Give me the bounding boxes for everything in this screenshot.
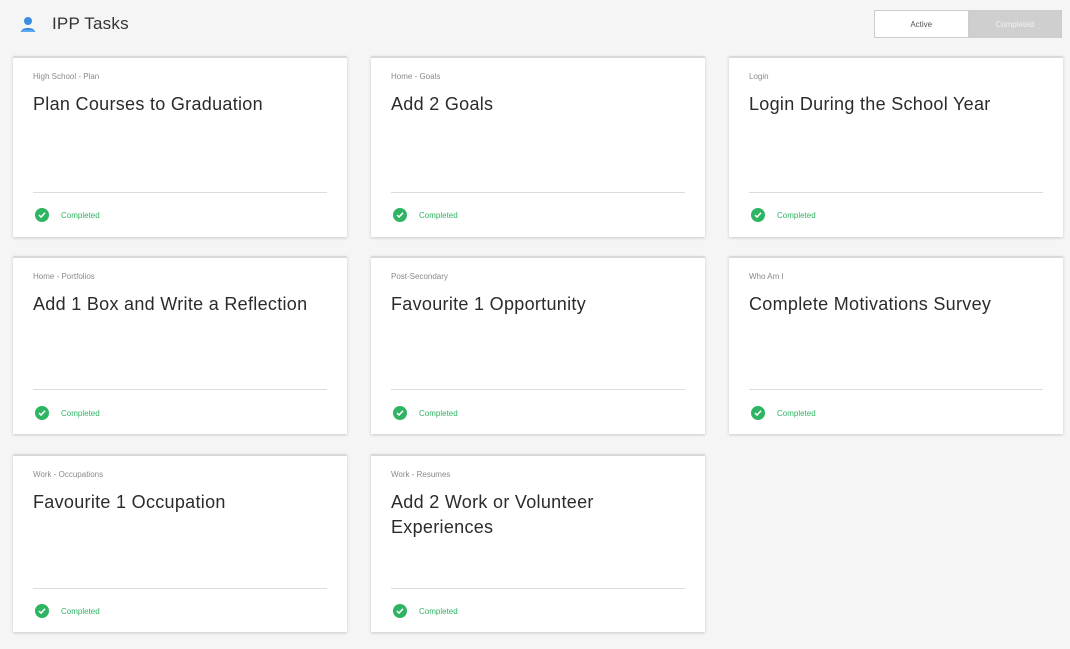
status-badge: Completed xyxy=(393,208,458,222)
check-circle-icon xyxy=(393,208,407,222)
card-divider xyxy=(33,389,327,390)
task-category: High School - Plan xyxy=(33,72,100,81)
check-circle-icon xyxy=(35,604,49,618)
task-card[interactable]: Login Login During the School Year Compl… xyxy=(729,56,1063,237)
task-category: Login xyxy=(749,72,769,81)
task-category: Who Am I xyxy=(749,272,784,281)
task-title: Login During the School Year xyxy=(749,94,991,114)
status-badge: Completed xyxy=(35,208,100,222)
check-circle-icon xyxy=(393,604,407,618)
task-card[interactable]: Home - Portfolios Add 1 Box and Write a … xyxy=(13,256,347,434)
task-title: Add 1 Box and Write a Reflection xyxy=(33,294,308,314)
task-title: Complete Motivations Survey xyxy=(749,294,992,314)
task-title: Add 2 Goals xyxy=(391,94,494,114)
task-card[interactable]: Post-Secondary Favourite 1 Opportunity C… xyxy=(371,256,705,434)
task-title: Plan Courses to Graduation xyxy=(33,94,263,114)
status-badge: Completed xyxy=(393,406,458,420)
status-badge: Completed xyxy=(751,406,816,420)
check-circle-icon xyxy=(751,208,765,222)
task-card[interactable]: Work - Occupations Favourite 1 Occupatio… xyxy=(13,454,347,632)
card-divider xyxy=(391,192,685,193)
task-category: Work - Resumes xyxy=(391,470,451,479)
check-circle-icon xyxy=(35,406,49,420)
status-badge: Completed xyxy=(751,208,816,222)
status-label: Completed xyxy=(419,210,458,220)
task-card[interactable]: Who Am I Complete Motivations Survey Com… xyxy=(729,256,1063,434)
status-label: Completed xyxy=(777,210,816,220)
status-badge: Completed xyxy=(35,604,100,618)
card-divider xyxy=(391,389,685,390)
status-badge: Completed xyxy=(393,604,458,618)
task-title: Add 2 Work or Volunteer Experiences xyxy=(391,492,594,537)
task-title: Favourite 1 Opportunity xyxy=(391,294,586,314)
card-divider xyxy=(33,588,327,589)
status-badge: Completed xyxy=(35,406,100,420)
task-category: Home - Portfolios xyxy=(33,272,95,281)
card-divider xyxy=(391,588,685,589)
task-title: Favourite 1 Occupation xyxy=(33,492,226,512)
status-label: Completed xyxy=(777,408,816,418)
status-label: Completed xyxy=(61,408,100,418)
status-label: Completed xyxy=(61,210,100,220)
status-label: Completed xyxy=(419,408,458,418)
task-card[interactable]: High School - Plan Plan Courses to Gradu… xyxy=(13,56,347,237)
task-card[interactable]: Home - Goals Add 2 Goals Completed xyxy=(371,56,705,237)
card-divider xyxy=(33,192,327,193)
task-grid: High School - Plan Plan Courses to Gradu… xyxy=(0,0,1070,649)
card-divider xyxy=(749,389,1043,390)
status-label: Completed xyxy=(61,606,100,616)
status-label: Completed xyxy=(419,606,458,616)
task-category: Home - Goals xyxy=(391,72,441,81)
task-category: Post-Secondary xyxy=(391,272,448,281)
task-card[interactable]: Work - Resumes Add 2 Work or Volunteer E… xyxy=(371,454,705,632)
check-circle-icon xyxy=(751,406,765,420)
check-circle-icon xyxy=(35,208,49,222)
card-divider xyxy=(749,192,1043,193)
task-category: Work - Occupations xyxy=(33,470,104,479)
check-circle-icon xyxy=(393,406,407,420)
